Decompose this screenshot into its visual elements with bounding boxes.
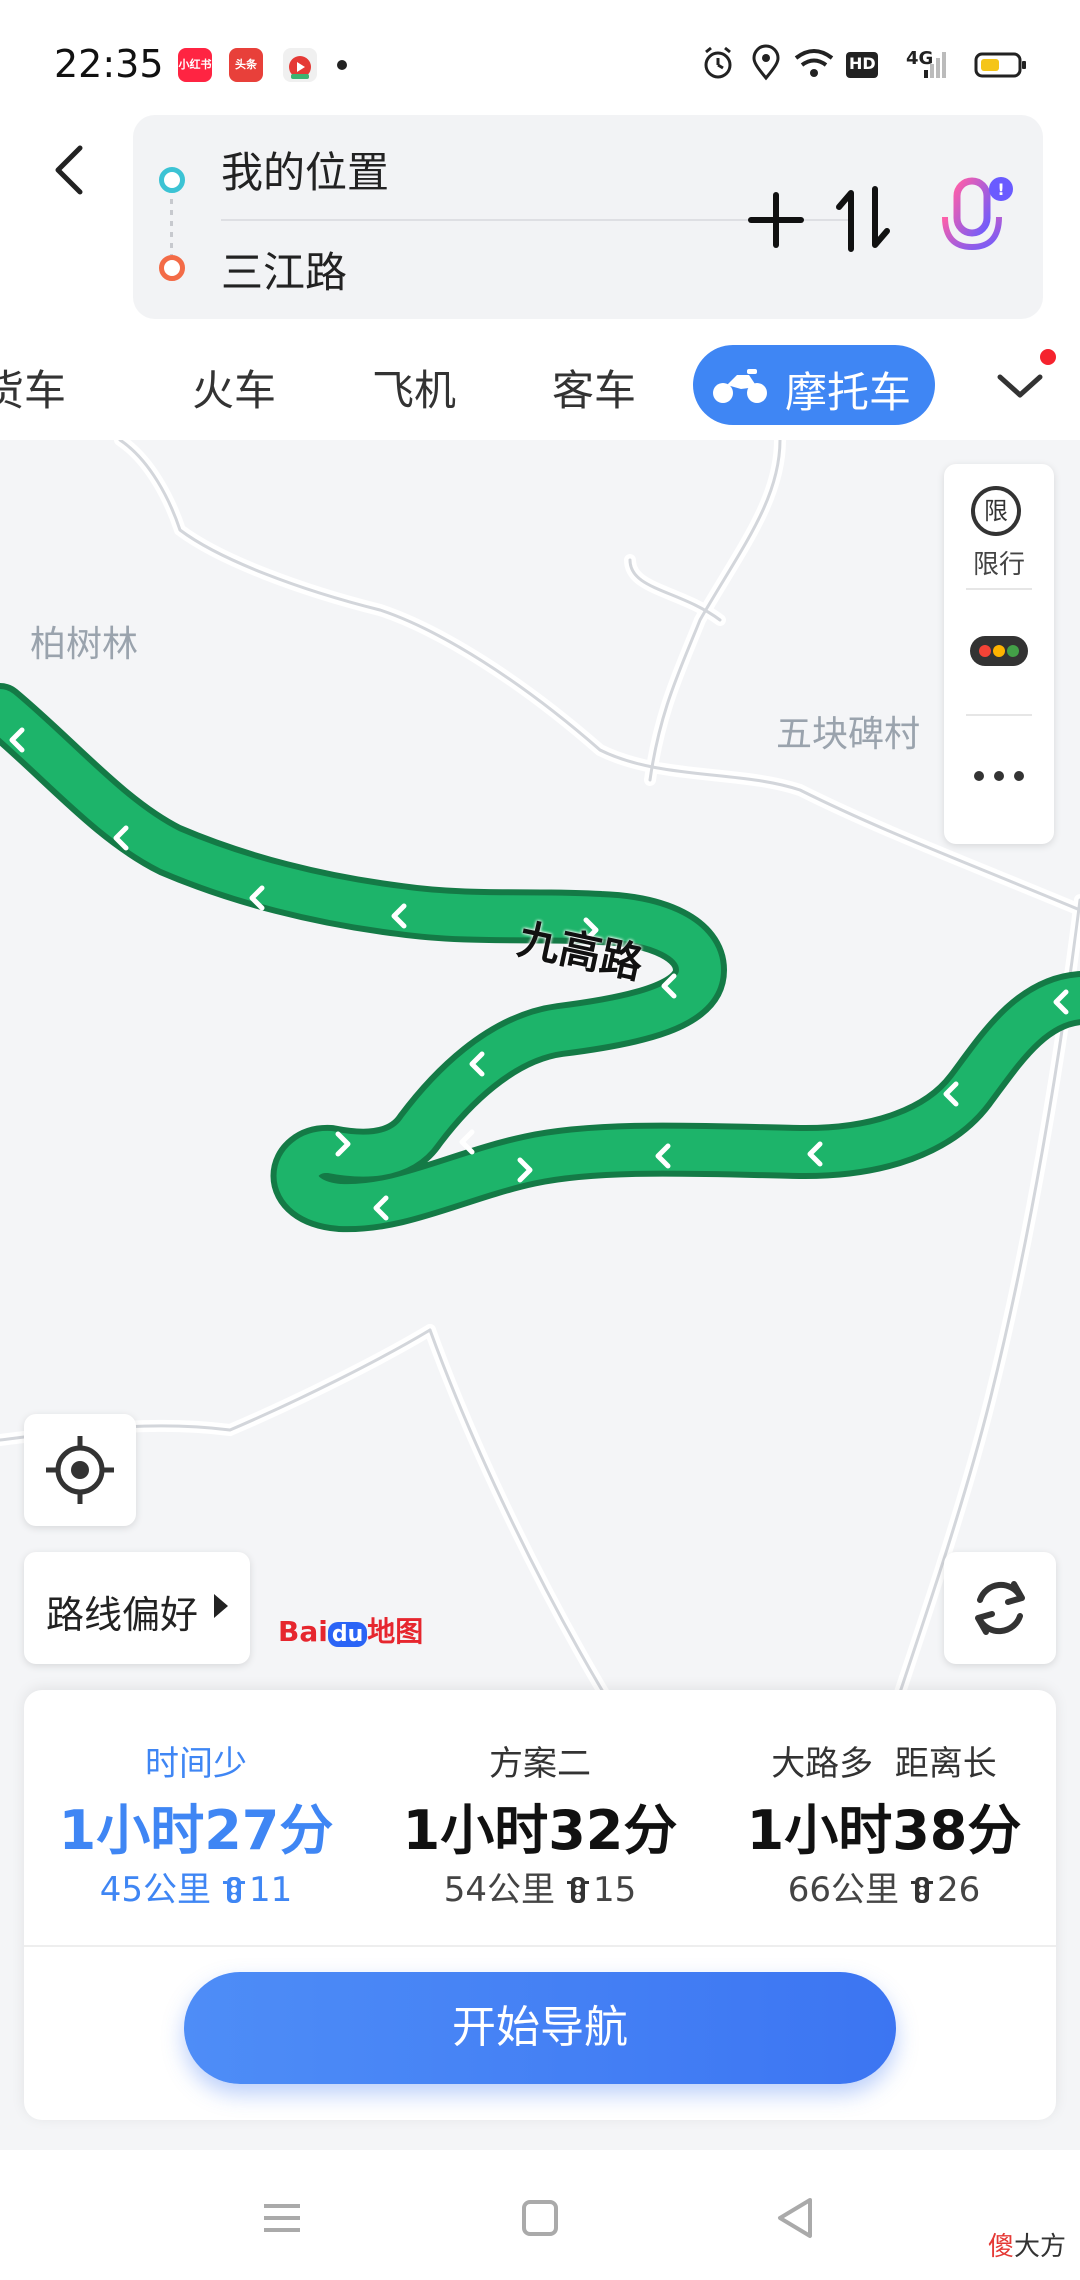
network-type: 4G [906, 48, 934, 69]
tab-bus[interactable]: 客车 [552, 357, 636, 418]
logo-paw: du [327, 1622, 368, 1647]
destination-dot-icon [159, 255, 185, 281]
add-waypoint-button[interactable] [741, 185, 811, 255]
plan-tag: 大路多 距离长 [771, 1744, 997, 1784]
xiaohongshu-app-icon: 小红书 [178, 48, 212, 82]
refresh-route-button[interactable] [944, 1552, 1056, 1664]
plan-light-count: 15 [593, 1870, 637, 1910]
origin-field[interactable]: 我的位置 [221, 139, 389, 200]
square-icon [522, 2200, 558, 2236]
toutiao-app-icon: 头条 [229, 48, 263, 82]
tab-motorcycle-label: 摩托车 [785, 368, 912, 417]
location-icon [752, 44, 780, 81]
card-divider [24, 1945, 1056, 1947]
video-app-icon [283, 48, 317, 82]
more-icon [974, 771, 1024, 781]
plan-details: 54公里 15 [368, 1862, 712, 1911]
more-tools-button[interactable] [944, 714, 1054, 844]
svg-text:!: ! [997, 180, 1004, 199]
route-plan-2[interactable]: 方案二 1小时32分 54公里 15 [368, 1690, 712, 1940]
expand-tabs-button[interactable] [990, 355, 1050, 415]
route-preference-label: 路线偏好 [46, 1593, 199, 1637]
origin-dot-icon [159, 167, 185, 193]
traffic-light-icon [567, 1877, 589, 1903]
microphone-icon: ! [942, 177, 1013, 263]
tab-motorcycle[interactable]: 摩托车 [693, 345, 935, 425]
watermark-rest: 大方 [1014, 2232, 1067, 2262]
plan-details: 66公里 26 [712, 1862, 1056, 1911]
route-preference-button[interactable]: 路线偏好 [24, 1552, 250, 1664]
swap-route-button[interactable] [831, 179, 895, 259]
back-button[interactable] [40, 130, 100, 210]
plan-details: 45公里 11 [24, 1862, 368, 1911]
logo-text-bai: Bai [278, 1615, 328, 1648]
triangle-right-icon [214, 1594, 228, 1618]
plan-duration: 1小时32分 [402, 1799, 678, 1862]
alarm-icon [704, 46, 732, 79]
map-tools-panel: 限 限行 [944, 464, 1054, 844]
restriction-label: 限行 [972, 550, 1025, 580]
start-navigation-button[interactable]: 开始导航 [184, 1972, 896, 2084]
plan-duration: 1小时38分 [746, 1799, 1022, 1862]
triangle-back-icon [778, 2198, 812, 2238]
plan-distance: 54公里 [443, 1870, 555, 1910]
recent-apps-button[interactable] [252, 2188, 312, 2248]
transport-tabs: 货车 火车 飞机 客车 摩托车 [0, 335, 1080, 435]
watermark: 傻大方 [988, 2226, 1066, 2263]
home-button[interactable] [510, 2188, 570, 2248]
watermark-first-char: 傻 [988, 2232, 1015, 2262]
baidu-map-logo: Bai du 地图 [278, 1610, 423, 1658]
status-bar: 22:35 小红书 头条 HD 4G [0, 0, 1080, 120]
plus-icon [748, 192, 804, 248]
traffic-restriction-button[interactable]: 限 限行 [944, 464, 1054, 588]
destination-field[interactable]: 三江路 [221, 239, 347, 300]
tab-truck[interactable]: 货车 [0, 357, 66, 418]
traffic-light-icon [970, 636, 1028, 666]
battery-icon [974, 52, 1026, 78]
system-nav-bar [0, 2150, 1080, 2280]
route-input-box: 我的位置 三江路 ! [133, 115, 1043, 319]
plan-distance: 66公里 [787, 1870, 899, 1910]
plan-tag: 时间少 [145, 1744, 247, 1784]
traffic-layer-button[interactable] [944, 588, 1054, 714]
swap-icon [836, 186, 890, 252]
plan-light-count: 26 [937, 1870, 981, 1910]
traffic-light-icon [223, 1877, 245, 1903]
logo-text-map: 地图 [367, 1615, 424, 1648]
route-plan-3[interactable]: 大路多 距离长 1小时38分 66公里 26 [712, 1690, 1056, 1940]
notification-dot [337, 60, 347, 70]
crosshair-icon [46, 1436, 114, 1504]
refresh-icon [975, 1581, 1025, 1635]
plan-light-count: 11 [249, 1870, 293, 1910]
tab-plane[interactable]: 飞机 [372, 357, 456, 418]
tab-train[interactable]: 火车 [192, 357, 276, 418]
route-connector [170, 199, 173, 255]
wifi-icon [794, 49, 834, 77]
traffic-light-icon [911, 1877, 933, 1903]
new-badge-dot [1040, 349, 1056, 365]
status-time: 22:35 [54, 42, 164, 86]
hd-badge: HD [849, 54, 876, 73]
plan-distance: 45公里 [99, 1870, 211, 1910]
chevron-down-icon [997, 374, 1043, 398]
plan-tag: 方案二 [489, 1744, 591, 1784]
voice-input-button[interactable]: ! [929, 171, 1025, 271]
system-back-button[interactable] [766, 2188, 826, 2248]
route-plans-card: 时间少 1小时27分 45公里 11 方案二 1小时32分 54公里 15 大路多 … [24, 1690, 1056, 2120]
route-plan-1[interactable]: 时间少 1小时27分 45公里 11 [24, 1690, 368, 1940]
place-label-wukuaibei: 五块碑村 [776, 714, 921, 755]
motorcycle-icon [713, 369, 767, 403]
restriction-icon: 限 [971, 486, 1021, 536]
menu-icon [264, 2204, 300, 2232]
place-label-baishulin: 柏树林 [30, 624, 139, 665]
plan-duration: 1小时27分 [58, 1799, 334, 1862]
my-location-button[interactable] [24, 1414, 136, 1526]
